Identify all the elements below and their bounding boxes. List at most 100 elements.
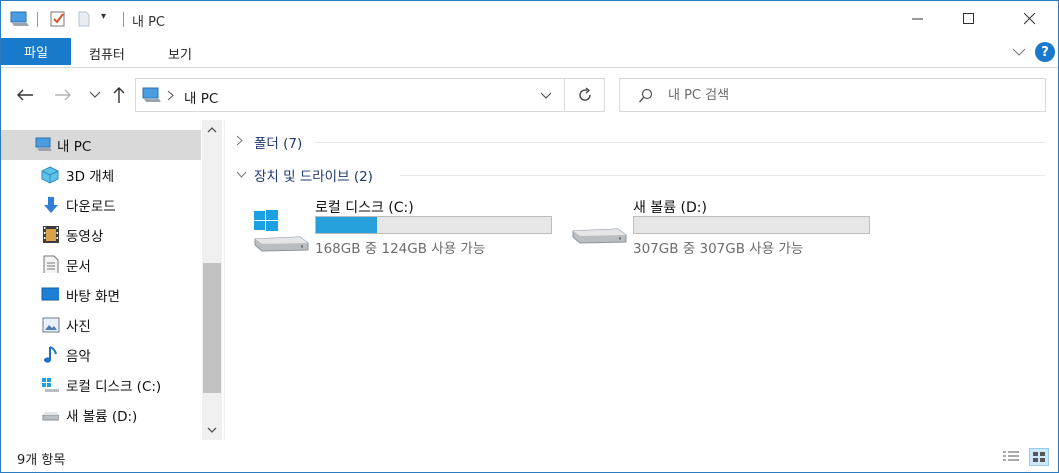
nav-label: 동영상 xyxy=(66,229,104,245)
search-input[interactable] xyxy=(668,86,1028,104)
nav-label: 다운로드 xyxy=(66,199,116,215)
maximize-button[interactable] xyxy=(946,1,992,37)
drive-icon xyxy=(572,228,627,244)
document-icon xyxy=(43,255,59,273)
back-arrow-icon xyxy=(17,89,33,101)
search-icon xyxy=(638,88,653,103)
scroll-down-button[interactable] xyxy=(202,420,222,440)
computer-icon xyxy=(10,11,29,26)
drive-tile-c[interactable]: 로컬 디스크 (C:) 168GB 중 124GB 사용 가능 xyxy=(250,195,560,257)
drive-usage-fill xyxy=(316,217,378,233)
window-title: 내 PC xyxy=(132,15,166,30)
drive-free-space: 307GB 중 307GB 사용 가능 xyxy=(633,241,804,257)
music-note-icon xyxy=(44,346,57,363)
search-box[interactable] xyxy=(619,78,1046,112)
refresh-icon xyxy=(578,87,591,101)
customize-quick-access-icon[interactable]: ▾ xyxy=(101,11,106,22)
group-divider xyxy=(400,175,1045,176)
desktop-icon xyxy=(41,287,59,301)
expand-ribbon-chevron-icon[interactable] xyxy=(1012,47,1026,57)
nav-item-new-volume-d[interactable]: 새 볼륨 (D:) xyxy=(1,400,201,430)
address-dropdown-icon[interactable] xyxy=(540,92,552,100)
cube-icon xyxy=(41,166,59,184)
help-button[interactable]: ? xyxy=(1035,42,1055,62)
recent-locations-button[interactable] xyxy=(84,84,106,106)
quick-access-separator xyxy=(37,12,38,27)
nav-label: 사진 xyxy=(66,319,91,335)
up-button[interactable] xyxy=(108,84,130,106)
minimize-icon xyxy=(912,18,923,20)
windows-drive-icon xyxy=(42,378,59,392)
forward-arrow-icon xyxy=(55,89,71,101)
tab-view[interactable]: 보기 xyxy=(168,44,192,63)
drive-tile-d[interactable]: 새 볼륨 (D:) 307GB 중 307GB 사용 가능 xyxy=(568,195,878,257)
nav-item-local-disk-c[interactable]: 로컬 디스크 (C:) xyxy=(1,370,201,400)
nav-item-pictures[interactable]: 사진 xyxy=(1,310,201,340)
chevron-down-icon xyxy=(89,91,101,98)
chevron-up-icon xyxy=(207,127,217,133)
group-folders[interactable]: 폴더 (7) xyxy=(236,132,302,152)
nav-item-3d-objects[interactable]: 3D 개체 xyxy=(1,160,201,190)
chevron-down-icon xyxy=(207,427,217,433)
ribbon-tabs: 파일 컴퓨터 보기 ? xyxy=(1,38,1058,68)
chevron-right-icon xyxy=(236,135,254,149)
close-icon xyxy=(1024,13,1036,25)
breadcrumb-this-pc[interactable]: 내 PC xyxy=(184,87,218,107)
navigation-pane: 내 PC 3D 개체 다운로드 동영상 문서 바탕 화면 사진 음악 로컬 디스… xyxy=(1,120,201,440)
group-divider xyxy=(315,142,1045,143)
maximize-icon xyxy=(963,13,974,24)
nav-item-this-pc[interactable]: 내 PC xyxy=(1,130,201,160)
computer-icon xyxy=(142,87,161,102)
refresh-button[interactable] xyxy=(565,78,605,112)
computer-icon xyxy=(35,137,52,151)
status-bar: 9개 항목 xyxy=(1,443,1058,472)
drive-usage-bar xyxy=(315,216,552,234)
nav-item-documents[interactable]: 문서 xyxy=(1,250,201,280)
picture-icon xyxy=(42,317,60,333)
large-icons-view-button[interactable] xyxy=(1029,448,1049,466)
chevron-down-icon xyxy=(236,169,254,182)
properties-check-icon[interactable] xyxy=(49,10,67,28)
address-bar[interactable]: 내 PC xyxy=(135,78,565,112)
nav-label: 내 PC xyxy=(57,139,92,155)
nav-item-downloads[interactable]: 다운로드 xyxy=(1,190,201,220)
tab-file[interactable]: 파일 xyxy=(1,38,71,65)
nav-label: 음악 xyxy=(66,349,91,365)
drive-usage-bar xyxy=(633,216,870,234)
nav-label: 문서 xyxy=(66,259,91,275)
drive-name: 로컬 디스크 (C:) xyxy=(315,200,414,216)
minimize-button[interactable] xyxy=(895,1,941,37)
up-arrow-icon xyxy=(113,87,125,103)
group-devices-drives[interactable]: 장치 및 드라이브 (2) xyxy=(236,165,373,185)
drive-icon xyxy=(42,412,59,421)
title-separator xyxy=(123,12,124,27)
download-arrow-icon xyxy=(44,197,58,213)
close-button[interactable] xyxy=(1007,1,1053,37)
title-bar[interactable]: ▾ 내 PC xyxy=(1,1,1058,37)
nav-item-desktop[interactable]: 바탕 화면 xyxy=(1,280,201,310)
film-icon xyxy=(43,226,59,243)
nav-label: 로컬 디스크 (C:) xyxy=(66,379,162,395)
details-view-icon xyxy=(1003,451,1019,461)
forward-button[interactable] xyxy=(52,84,74,106)
windows-drive-icon xyxy=(254,210,309,252)
tiles-view-icon xyxy=(1033,452,1045,462)
drive-free-space: 168GB 중 124GB 사용 가능 xyxy=(315,241,486,257)
scroll-thumb[interactable] xyxy=(203,263,221,393)
drive-name: 새 볼륨 (D:) xyxy=(633,200,707,216)
nav-item-videos[interactable]: 동영상 xyxy=(1,220,201,250)
pane-divider[interactable] xyxy=(224,120,225,440)
group-title: 폴더 (7) xyxy=(254,136,303,152)
back-button[interactable] xyxy=(14,84,36,106)
new-folder-icon[interactable] xyxy=(77,10,91,28)
item-count: 9개 항목 xyxy=(17,453,66,468)
tab-computer[interactable]: 컴퓨터 xyxy=(89,44,125,63)
details-view-button[interactable] xyxy=(1001,448,1021,466)
group-title: 장치 및 드라이브 (2) xyxy=(254,169,373,185)
scroll-up-button[interactable] xyxy=(202,120,222,140)
breadcrumb-chevron-icon[interactable] xyxy=(167,90,175,101)
nav-label: 3D 개체 xyxy=(66,169,115,185)
nav-scrollbar[interactable] xyxy=(202,120,222,440)
nav-label: 바탕 화면 xyxy=(66,289,120,305)
nav-item-music[interactable]: 음악 xyxy=(1,340,201,370)
